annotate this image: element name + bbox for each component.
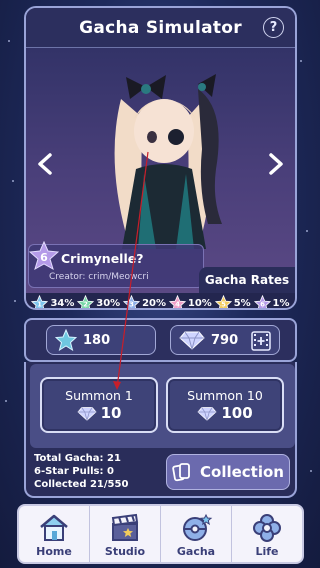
star-count: 180	[83, 332, 111, 348]
summon-10-cost-value: 100	[221, 404, 253, 422]
character-info-panel: 6 Crimynelle? Creator: crim/Meowcri	[28, 240, 204, 288]
nav-gacha[interactable]: Gacha	[161, 506, 232, 562]
rank-star-icon: 1	[31, 294, 49, 308]
rank-star-icon: 4	[168, 294, 186, 308]
rank-star-icon: 6	[253, 294, 271, 308]
character-image	[114, 74, 222, 249]
previous-character-button[interactable]	[30, 149, 60, 179]
star-rank-icon: 6	[28, 240, 60, 271]
rate-value: 1%	[272, 297, 290, 309]
collection-button[interactable]: Collection	[166, 454, 290, 490]
clapperboard-icon	[111, 513, 139, 541]
rank-star-icon: 3	[123, 294, 141, 308]
rank-star-icon: 2	[77, 294, 95, 308]
star-currency-icon	[55, 329, 77, 351]
collected-count: Collected 21/550	[34, 479, 129, 490]
summon-panel: Summon 1 10 Summon 10 100	[30, 364, 295, 448]
chevron-right-icon	[269, 153, 283, 175]
character-showcase-card: Gacha Simulator ? 6 Crimynelle? Creator:…	[24, 6, 297, 310]
rate-item: 4 10%	[168, 294, 212, 309]
header-bar: Gacha Simulator	[26, 8, 295, 48]
nav-home-label: Home	[36, 545, 72, 558]
rate-item: 2 30%	[77, 294, 121, 309]
rank-star-icon: 5	[214, 294, 232, 308]
svg-text:2: 2	[83, 300, 88, 308]
svg-text:1: 1	[38, 300, 43, 308]
nav-studio[interactable]: Studio	[90, 506, 161, 562]
rates-row: 1 34% 2 30% 3 20% 4 10% 5 5% 6 1%	[26, 293, 295, 309]
currency-bar: 180 790	[24, 318, 297, 362]
summon-10-label: Summon 10	[187, 388, 263, 403]
gacha-stats: Total Gacha: 21 6-Star Pulls: 0 Collecte…	[34, 452, 128, 491]
summon-1-cost: 10	[77, 404, 122, 422]
film-plus-icon[interactable]	[251, 331, 271, 351]
rate-value: 5%	[233, 297, 251, 309]
next-character-button[interactable]	[261, 149, 291, 179]
gem-icon	[77, 406, 97, 421]
rate-value: 30%	[96, 297, 121, 309]
nav-home[interactable]: Home	[19, 506, 90, 562]
character-preview	[26, 49, 295, 249]
flower-icon	[253, 514, 281, 542]
gem-count: 790	[211, 332, 239, 348]
summon-1-cost-value: 10	[100, 404, 122, 422]
page-title: Gacha Simulator	[79, 17, 242, 38]
character-creator: Creator: crim/Meowcri	[49, 272, 149, 282]
rate-item: 1 34%	[31, 294, 75, 309]
rank-number: 6	[40, 251, 48, 264]
rate-item: 3 20%	[123, 294, 166, 309]
gacha-rates-button[interactable]: Gacha Rates	[199, 267, 295, 293]
summon-10-cost: 100	[197, 404, 253, 422]
svg-text:4: 4	[175, 300, 180, 308]
rate-item: 5 5%	[214, 294, 251, 309]
svg-text:3: 3	[129, 300, 134, 308]
nav-studio-label: Studio	[104, 545, 146, 558]
svg-text:5: 5	[221, 300, 226, 308]
six-star-pulls: 6-Star Pulls: 0	[34, 466, 114, 477]
svg-text:6: 6	[260, 300, 265, 308]
gem-icon	[197, 406, 217, 421]
chevron-left-icon	[38, 153, 52, 175]
help-button[interactable]: ?	[263, 17, 284, 38]
character-name: Crimynelle?	[61, 251, 144, 266]
home-icon	[40, 514, 68, 541]
rate-value: 20%	[142, 297, 166, 309]
gem-icon	[179, 331, 205, 350]
star-currency: 180	[46, 325, 156, 355]
nav-life[interactable]: Life	[232, 506, 302, 562]
summon-1-label: Summon 1	[65, 388, 133, 403]
gacha-ball-icon	[183, 513, 213, 541]
collection-label: Collection	[200, 463, 284, 481]
summon-1-button[interactable]: Summon 1 10	[40, 377, 158, 433]
summon-10-button[interactable]: Summon 10 100	[166, 377, 284, 433]
rate-value: 34%	[50, 297, 75, 309]
bottom-nav: Home Studio Gacha Life	[17, 504, 304, 564]
gem-currency: 790	[170, 325, 280, 355]
rate-item: 6 1%	[253, 294, 290, 309]
rank-badge: 6	[28, 240, 60, 275]
nav-life-label: Life	[255, 545, 279, 558]
nav-gacha-label: Gacha	[176, 545, 216, 558]
rate-value: 10%	[187, 297, 212, 309]
cards-icon	[172, 463, 190, 482]
total-gacha: Total Gacha: 21	[34, 453, 121, 464]
summon-section: Summon 1 10 Summon 10 100 Total Gacha: 2…	[24, 362, 297, 498]
